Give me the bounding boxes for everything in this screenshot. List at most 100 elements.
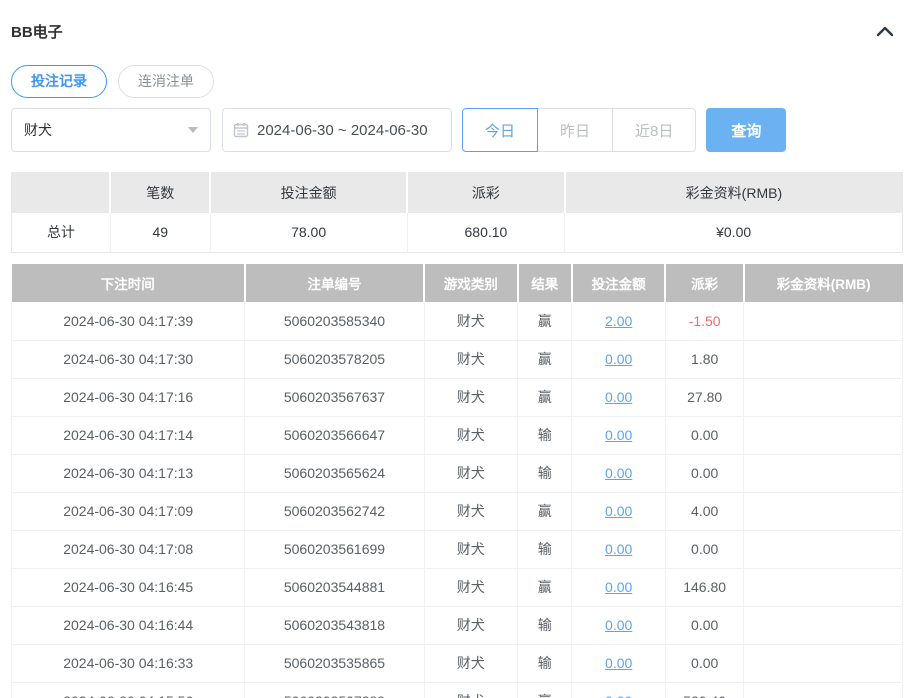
record-row: 2024-06-30 04:17:09 5060203562742 财犬赢 0.00 4… <box>10 492 903 531</box>
query-button[interactable]: 查询 <box>706 108 787 152</box>
cell-result: 赢 <box>517 682 573 698</box>
today-button[interactable]: 今日 <box>462 108 539 152</box>
record-row: 2024-06-30 04:17:16 5060203567637 财犬赢 0.00 2… <box>10 378 903 417</box>
calendar-icon <box>233 122 249 138</box>
record-row: 2024-06-30 04:16:33 5060203535865 财犬输 0.00 0… <box>10 644 903 683</box>
cell-result: 输 <box>517 644 573 683</box>
record-row: 2024-06-30 04:17:13 5060203565624 财犬输 0.00 0… <box>10 454 903 493</box>
cell-time: 2024-06-30 04:17:30 <box>10 340 246 379</box>
bet-amount-link[interactable]: 0.00 <box>605 617 632 633</box>
summary-header-bet-amount: 投注金额 <box>210 172 409 213</box>
cell-payout: 0.00 <box>665 606 745 645</box>
record-row: 2024-06-30 04:16:45 5060203544881 财犬赢 0.00 1… <box>10 568 903 607</box>
cell-order-id: 5060203535865 <box>244 644 425 683</box>
cell-game: 财犬 <box>424 340 519 379</box>
bet-amount-link[interactable]: 0.00 <box>605 465 632 481</box>
cell-game: 财犬 <box>424 682 519 698</box>
summary-total-row: 总计 49 78.00 680.10 ¥0.00 <box>11 212 903 253</box>
cell-payout: 520.40 <box>665 682 745 698</box>
summary-total-bet-amount: 78.00 <box>210 212 408 253</box>
summary-header-blank <box>11 172 112 213</box>
cell-result: 输 <box>517 454 573 493</box>
cell-game: 财犬 <box>424 454 519 493</box>
collapse-panel-button[interactable] <box>875 24 895 38</box>
records-header-time: 下注时间 <box>11 264 246 302</box>
bet-amount-link[interactable]: 0.00 <box>605 351 632 367</box>
cell-order-id: 5060203562742 <box>244 492 425 531</box>
records-header-row: 下注时间 注单编号 游戏类别 结果 投注金额 派彩 彩金资料(RMB) <box>11 264 903 302</box>
cell-result: 赢 <box>517 378 573 417</box>
cell-time: 2024-06-30 04:17:39 <box>10 302 246 341</box>
cell-payout: 146.80 <box>665 568 745 607</box>
bet-amount-link[interactable]: 0.00 <box>605 389 632 405</box>
cell-time: 2024-06-30 04:17:16 <box>10 378 246 417</box>
cell-order-id: 5060203585340 <box>244 302 425 341</box>
cell-time: 2024-06-30 04:16:44 <box>10 606 246 645</box>
record-row: 2024-06-30 04:17:08 5060203561699 财犬输 0.00 0… <box>10 530 903 569</box>
bet-amount-link[interactable]: 0.00 <box>605 427 632 443</box>
cell-bonus <box>743 568 903 607</box>
record-row: 2024-06-30 04:16:44 5060203543818 财犬输 0.00 0… <box>10 606 903 645</box>
records-header-order-id: 注单编号 <box>244 264 426 302</box>
cell-payout: 4.00 <box>665 492 745 531</box>
cell-bonus <box>743 644 903 683</box>
cell-time: 2024-06-30 04:17:09 <box>10 492 246 531</box>
cell-order-id: 5060203507289 <box>244 682 425 698</box>
summary-header-bonus: 彩金资料(RMB) <box>564 172 903 213</box>
cell-bet: 0.00 <box>571 416 666 455</box>
summary-total-bonus: ¥0.00 <box>716 224 752 241</box>
bet-amount-link[interactable]: 2.00 <box>605 313 632 329</box>
summary-header-count: 笔数 <box>110 172 212 213</box>
cell-result: 赢 <box>517 302 573 341</box>
last-8-days-button[interactable]: 近8日 <box>612 108 697 152</box>
record-row: 2024-06-30 04:17:30 5060203578205 财犬赢 0.00 1… <box>10 340 903 379</box>
cell-bet: 0.00 <box>571 644 666 683</box>
bet-amount-link[interactable]: 0.00 <box>605 579 632 595</box>
cell-game: 财犬 <box>424 378 519 417</box>
cell-bet: 2.00 <box>571 302 666 341</box>
cell-time: 2024-06-30 04:17:08 <box>10 530 246 569</box>
record-row: 2024-06-30 04:17:39 5060203585340 财犬赢 2.00 -… <box>10 302 903 341</box>
cell-bonus <box>743 454 903 493</box>
date-range-input[interactable]: 2024-06-30 ~ 2024-06-30 <box>222 108 452 152</box>
quick-date-buttons: 今日 昨日 近8日 <box>462 108 697 152</box>
records-tbody: 2024-06-30 04:17:39 5060203585340 财犬赢 2.00-… <box>10 302 903 698</box>
cell-order-id: 5060203566647 <box>244 416 425 455</box>
cell-order-id: 5060203543818 <box>244 606 425 645</box>
cell-bet: 0.00 <box>571 530 666 569</box>
game-select-value: 财犬 <box>24 122 52 138</box>
cell-game: 财犬 <box>424 492 519 531</box>
cell-game: 财犬 <box>424 302 519 341</box>
chevron-up-icon <box>875 24 895 38</box>
cell-bet: 0.00 <box>571 378 666 417</box>
cell-bonus <box>743 492 903 531</box>
cell-time: 2024-06-30 04:17:14 <box>10 416 246 455</box>
cell-payout: 1.80 <box>665 340 745 379</box>
records-table: 下注时间 注单编号 游戏类别 结果 投注金额 派彩 彩金资料(RMB) 2024… <box>10 264 903 698</box>
tab-bet-records[interactable]: 投注记录 <box>11 65 107 98</box>
tab-cancelled-orders[interactable]: 连消注单 <box>118 65 214 98</box>
bet-amount-link[interactable]: 0.00 <box>605 655 632 671</box>
records-header-game: 游戏类别 <box>424 264 519 302</box>
cell-result: 赢 <box>517 492 573 531</box>
record-type-tabs: 投注记录 连消注单 <box>11 65 903 98</box>
chevron-down-icon <box>188 127 198 133</box>
summary-header-payout: 派彩 <box>407 172 566 213</box>
cell-result: 输 <box>517 416 573 455</box>
cell-bonus <box>743 416 903 455</box>
cell-payout: 0.00 <box>665 416 745 455</box>
cell-bonus <box>743 530 903 569</box>
cell-time: 2024-06-30 04:15:56 <box>10 682 246 698</box>
yesterday-button[interactable]: 昨日 <box>537 108 614 152</box>
cell-bonus <box>743 378 903 417</box>
filter-bar: 财犬 2024-06-30 ~ 2024-06-30 今日 昨日 近8日 查询 <box>11 108 903 152</box>
game-select[interactable]: 财犬 <box>11 108 211 152</box>
bet-amount-link[interactable]: 0.00 <box>605 693 632 698</box>
cell-game: 财犬 <box>424 416 519 455</box>
cell-result: 输 <box>517 606 573 645</box>
cell-time: 2024-06-30 04:17:13 <box>10 454 246 493</box>
bet-amount-link[interactable]: 0.00 <box>605 503 632 519</box>
bet-amount-link[interactable]: 0.00 <box>605 541 632 557</box>
cell-game: 财犬 <box>424 530 519 569</box>
cell-bonus <box>743 606 903 645</box>
